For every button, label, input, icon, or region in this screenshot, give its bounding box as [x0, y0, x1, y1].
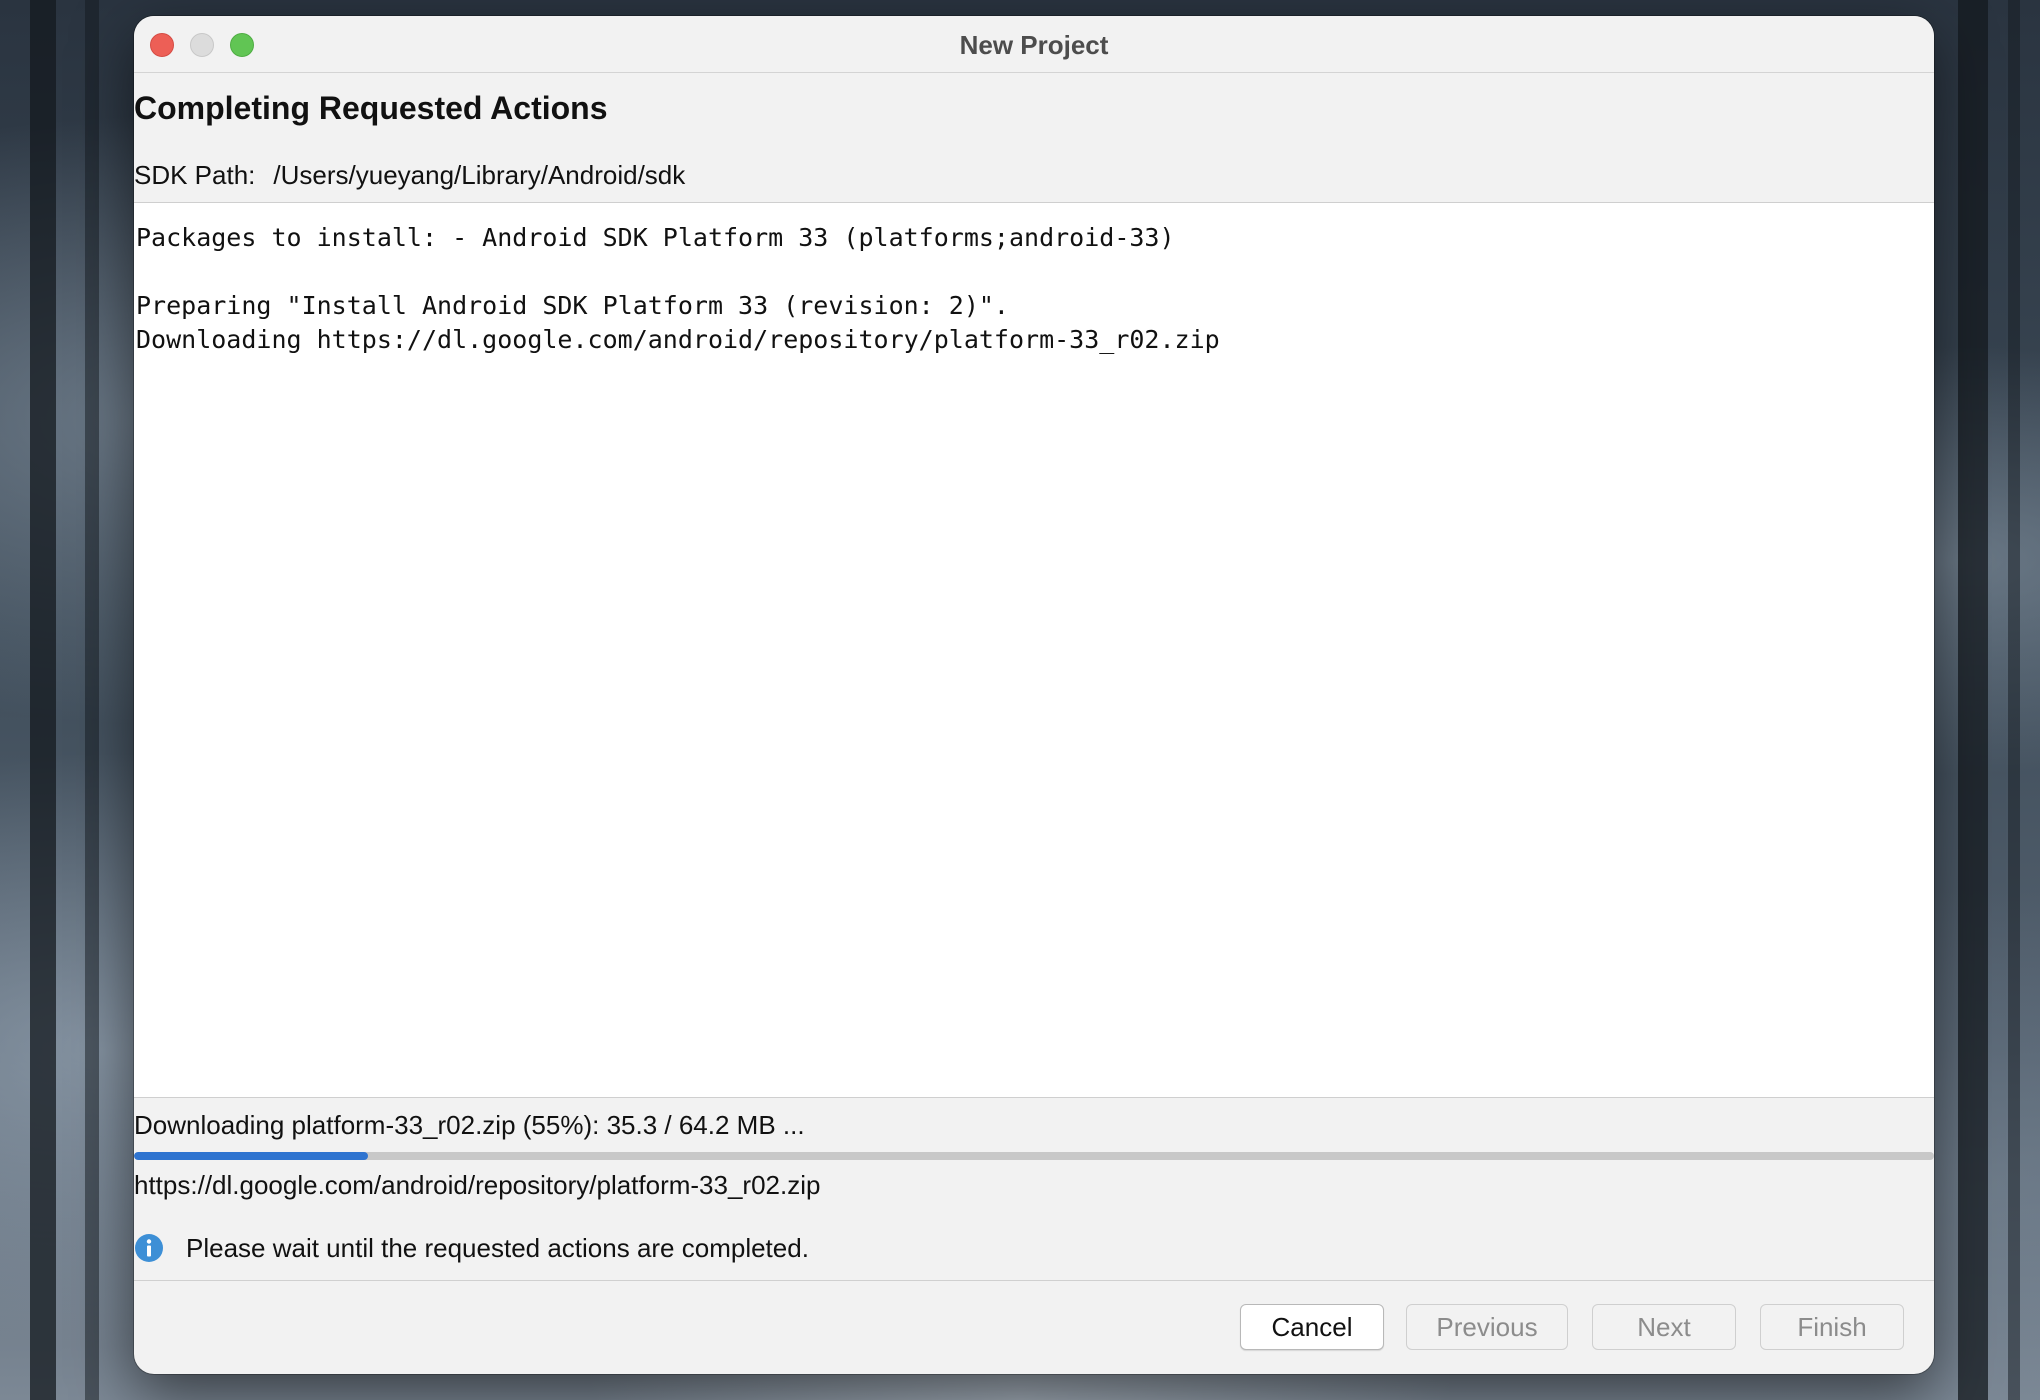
info-message-text: Please wait until the requested actions …	[186, 1232, 809, 1263]
download-progress-bar	[134, 1152, 1934, 1160]
info-icon	[134, 1233, 164, 1263]
next-button[interactable]: Next	[1592, 1304, 1736, 1350]
title-bar: New Project	[134, 16, 1934, 73]
sdk-path-row: SDK Path: /Users/yueyang/Library/Android/…	[134, 160, 685, 191]
new-project-dialog: New Project Completing Requested Actions…	[134, 16, 1934, 1374]
download-status-text: Downloading platform-33_r02.zip (55%): 3…	[134, 1110, 805, 1140]
finish-button[interactable]: Finish	[1760, 1304, 1904, 1350]
footer-divider	[134, 1280, 1934, 1281]
log-line: Downloading https://dl.google.com/androi…	[136, 325, 1220, 354]
previous-button[interactable]: Previous	[1406, 1304, 1568, 1350]
log-blank-line	[136, 255, 1932, 289]
background-tree	[2008, 0, 2020, 1400]
sdk-path-value: /Users/yueyang/Library/Android/sdk	[273, 160, 686, 190]
log-line: Preparing "Install Android SDK Platform …	[136, 291, 1009, 320]
log-line: Packages to install: - Android SDK Platf…	[136, 223, 1175, 252]
background-tree	[30, 0, 56, 1400]
sdk-path-label: SDK Path:	[134, 160, 256, 190]
background-tree	[85, 0, 99, 1400]
cancel-button[interactable]: Cancel	[1240, 1304, 1384, 1350]
info-message-row: Please wait until the requested actions …	[134, 1232, 809, 1264]
page-heading: Completing Requested Actions	[134, 90, 608, 126]
window-title: New Project	[959, 30, 1109, 60]
download-progress-fill	[134, 1152, 368, 1160]
download-url-text: https://dl.google.com/android/repository…	[134, 1170, 821, 1200]
background-tree	[1958, 0, 1988, 1400]
install-log-area[interactable]: Packages to install: - Android SDK Platf…	[134, 202, 1934, 1098]
